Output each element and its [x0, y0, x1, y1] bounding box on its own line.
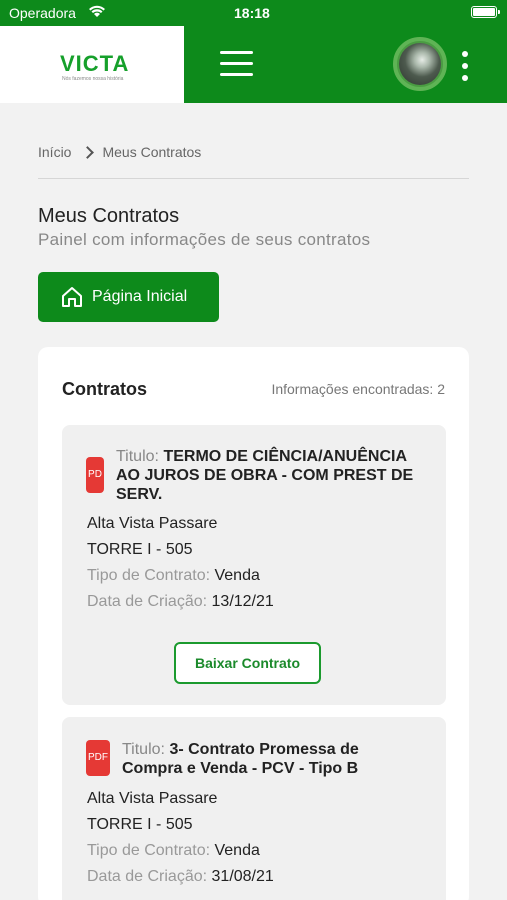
contract-type-label: Tipo de Contrato: [87, 567, 211, 584]
contract-title: Titulo: 3- Contrato Promessa de Compra e… [122, 740, 438, 778]
title-label: Titulo: [116, 448, 159, 465]
contract-type-value: Venda [214, 842, 260, 859]
wifi-icon [88, 4, 106, 21]
title-label: Titulo: [122, 741, 165, 758]
contracts-card-title: Contratos [62, 379, 147, 399]
more-options-icon[interactable] [460, 51, 470, 81]
contract-date: Data de Criação: 13/12/21 [87, 593, 274, 611]
breadcrumb-home[interactable]: Início [38, 144, 71, 160]
logo-tagline: Nós fazemos nossa história [62, 76, 124, 82]
pdf-icon: PD [86, 457, 104, 493]
download-contract-button[interactable]: Baixar Contrato [174, 642, 321, 684]
page-title: Meus Contratos [38, 205, 180, 227]
contract-title-line: SERV. [116, 486, 163, 503]
home-page-button[interactable]: Página Inicial [38, 272, 219, 322]
page-subtitle: Painel com informações de seus contratos [38, 230, 371, 249]
contract-item: PDF Titulo: 3- Contrato Promessa de Comp… [62, 717, 446, 900]
avatar[interactable] [393, 37, 447, 91]
divider [38, 178, 469, 179]
contract-title-line: TERMO DE CIÊNCIA/ANUÊNCIA [163, 448, 407, 465]
app-header: VICTA Nós fazemos nossa história [0, 26, 507, 103]
contract-title-line: Compra e Venda - PCV - Tipo B [122, 760, 359, 777]
contract-item: PD Titulo: TERMO DE CIÊNCIA/ANUÊNCIA AO … [62, 425, 446, 705]
contract-development: Alta Vista Passare [87, 515, 218, 532]
contract-unit: TORRE I - 505 [87, 816, 193, 833]
contract-unit: TORRE I - 505 [87, 541, 193, 558]
contract-title-line: 3- Contrato Promessa de [169, 741, 359, 758]
contract-type: Tipo de Contrato: Venda [87, 567, 260, 585]
status-bar: Operadora 18:18 [0, 0, 507, 26]
contract-title-line: AO JUROS DE OBRA - COM PREST DE [116, 467, 414, 484]
logo-text: VICTA [60, 51, 130, 76]
contract-date: Data de Criação: 31/08/21 [87, 868, 274, 886]
carrier-label: Operadora [9, 5, 76, 21]
breadcrumb-current: Meus Contratos [102, 144, 202, 160]
logo[interactable]: VICTA Nós fazemos nossa história [0, 26, 184, 103]
contract-date-value: 31/08/21 [211, 868, 274, 885]
breadcrumb: Início Meus Contratos [38, 144, 201, 160]
hamburger-menu-icon[interactable] [220, 51, 253, 77]
contract-title: Titulo: TERMO DE CIÊNCIA/ANUÊNCIA AO JUR… [116, 447, 436, 504]
contract-development: Alta Vista Passare [87, 790, 218, 807]
chevron-right-icon [81, 145, 95, 159]
contract-type-value: Venda [214, 567, 260, 584]
contract-type: Tipo de Contrato: Venda [87, 842, 260, 860]
home-icon [62, 287, 82, 307]
contract-date-label: Data de Criação: [87, 593, 208, 610]
contract-type-label: Tipo de Contrato: [87, 842, 211, 859]
contracts-card: Contratos Informações encontradas: 2 PD … [38, 347, 469, 900]
results-count: Informações encontradas: 2 [271, 381, 445, 397]
contract-date-label: Data de Criação: [87, 868, 208, 885]
contract-date-value: 13/12/21 [211, 593, 274, 610]
clock: 18:18 [234, 5, 270, 21]
battery-icon [471, 6, 500, 18]
home-button-label: Página Inicial [92, 288, 188, 305]
pdf-icon: PDF [86, 740, 110, 776]
